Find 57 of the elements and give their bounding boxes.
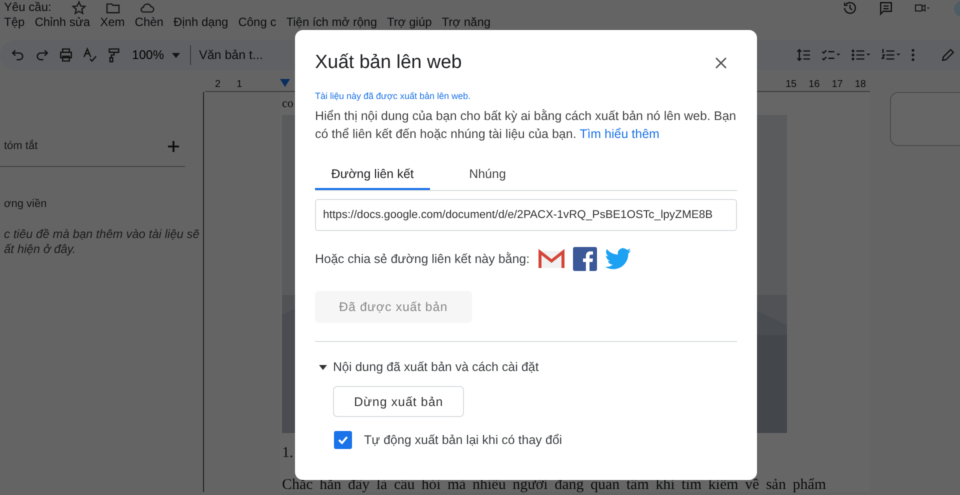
pencil-icon[interactable] — [940, 47, 956, 63]
menu-item[interactable]: Tệp — [4, 15, 25, 29]
bird-icon[interactable] — [604, 248, 631, 270]
checkbox-label: Tự động xuất bản lại khi có thay đổi — [364, 433, 562, 447]
description: Hiển thị nội dung của bạn cho bất kỳ ai bằng cách xuất bản nó lên web. Bạn có thể liên kết đến hoặc nhúng tài liệu của bạn. Tìm hiểu thêm — [315, 108, 737, 143]
ruler-number: 1 — [236, 79, 242, 91]
menu-item[interactable]: Trợ giúp — [387, 15, 432, 29]
history-icon[interactable] — [842, 0, 858, 16]
spellcheck-icon[interactable] — [82, 47, 98, 63]
menu-item[interactable]: Chỉnh sửa — [34, 15, 90, 29]
ruler-number: 18 — [854, 79, 866, 91]
indent-marker-icon[interactable] — [280, 79, 290, 87]
facebook-icon[interactable] — [572, 247, 597, 271]
status-message: Tài liệu này đã được xuất bản lên web. — [315, 91, 472, 101]
settings-section-toggle[interactable]: Nội dung đã xuất bản và cách cài đặt — [315, 360, 737, 374]
summary-label: tóm tắt — [4, 140, 38, 152]
list-number: 1. — [282, 445, 294, 462]
outline-label: ơng viền — [3, 198, 48, 210]
tab[interactable]: Nhúng — [430, 163, 545, 190]
print-icon[interactable] — [58, 47, 74, 63]
zoom-dropdown[interactable]: 100% — [130, 48, 182, 62]
ruler-number: 16 — [808, 79, 820, 91]
checklist-icon[interactable] — [820, 47, 842, 63]
menu-item[interactable]: Tiện ích mở rộng — [286, 15, 378, 29]
url-field[interactable]: https://docs.google.com/document/d/e/2PACX-1vRQ_PsBE1OSTc_lpyZME8B — [315, 199, 737, 231]
redo-icon[interactable] — [34, 47, 50, 63]
line-spacing-icon[interactable] — [796, 47, 812, 63]
add-icon[interactable] — [168, 140, 179, 152]
stop-publishing-button[interactable]: Dừng xuất bản — [333, 386, 464, 417]
bullet-list-icon[interactable] — [850, 47, 872, 63]
body-text: co — [282, 96, 294, 111]
checkmark-icon — [337, 434, 349, 446]
outline-hint: c tiêu đề mà bạn thêm vào tài liệu sẽ ất hiện ở đây. — [4, 227, 200, 257]
paint-roller-icon[interactable] — [106, 47, 122, 63]
comment-icon[interactable] — [878, 0, 894, 16]
tab[interactable]: Đường liên kết — [315, 163, 430, 190]
menu-item[interactable]: Công c — [238, 15, 276, 29]
caret-icon — [172, 52, 180, 58]
menu-item[interactable]: Trợ năng — [442, 15, 491, 29]
style-dropdown[interactable]: Văn bản t... — [198, 48, 263, 62]
menu-item[interactable]: Xem — [100, 15, 125, 29]
section-label: Nội dung đã xuất bản và cách cài đặt — [333, 360, 539, 374]
more-icon[interactable] — [910, 47, 916, 63]
document-title[interactable]: Yêu cầu: — [4, 0, 52, 14]
menu-item[interactable]: Chèn — [134, 15, 164, 29]
share-label: Hoặc chia sẻ đường liên kết này bằng: — [315, 252, 530, 266]
close-icon[interactable] — [715, 57, 727, 69]
star-icon[interactable] — [71, 0, 88, 16]
checkbox[interactable] — [334, 431, 352, 449]
undo-icon[interactable] — [10, 47, 26, 63]
ruler-number: 15 — [786, 79, 797, 91]
mail-icon[interactable] — [538, 249, 565, 269]
ruler-number: 2 — [215, 79, 221, 91]
learn-more-link[interactable]: Tìm hiểu thêm — [580, 127, 660, 141]
ruler-number: 17 — [832, 79, 843, 91]
dialog-title: Xuất bản lên web — [315, 52, 462, 74]
menu-item[interactable]: Định dạng — [173, 15, 228, 29]
